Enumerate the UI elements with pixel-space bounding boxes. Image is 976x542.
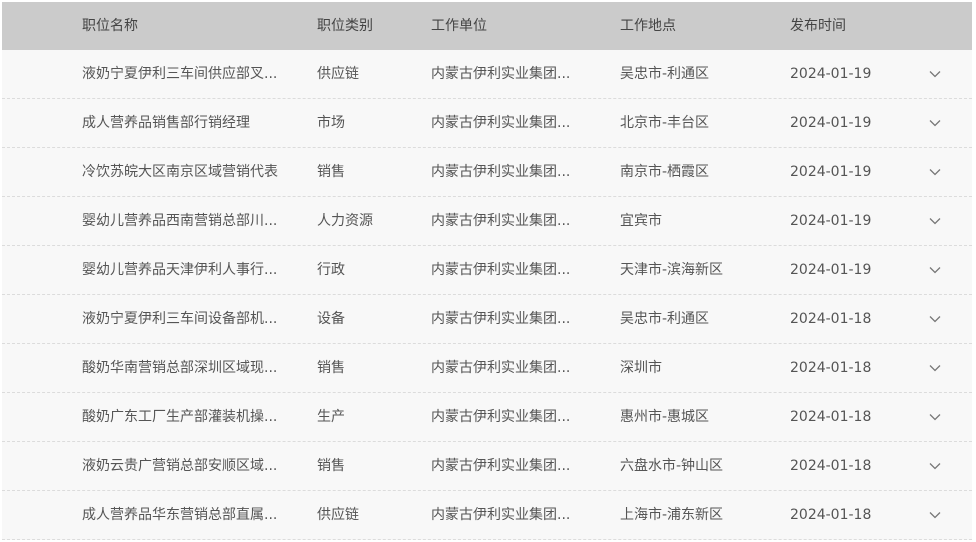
job-location: 深圳市 bbox=[620, 360, 662, 376]
job-location: 北京市-丰台区 bbox=[620, 115, 710, 131]
job-date: 2024-01-18 bbox=[790, 311, 872, 327]
job-unit: 内蒙古伊利实业集团... bbox=[431, 311, 571, 327]
job-unit: 内蒙古伊利实业集团... bbox=[431, 164, 571, 180]
job-location: 六盘水市-钟山区 bbox=[620, 458, 724, 474]
job-category: 供应链 bbox=[317, 507, 359, 523]
table-row[interactable]: 成人营养品销售部行销经理 市场 内蒙古伊利实业集团... 北京市-丰台区 202… bbox=[2, 99, 972, 148]
job-title[interactable]: 液奶宁夏伊利三车间设备部机... bbox=[82, 295, 292, 343]
column-header-location: 工作地点 bbox=[620, 18, 676, 34]
job-unit: 内蒙古伊利实业集团... bbox=[431, 458, 571, 474]
job-date: 2024-01-18 bbox=[790, 458, 872, 474]
job-unit: 内蒙古伊利实业集团... bbox=[431, 66, 571, 82]
table-row[interactable]: 液奶宁夏伊利三车间供应部叉... 供应链 内蒙古伊利实业集团... 吴忠市-利通… bbox=[2, 50, 972, 99]
job-location: 吴忠市-利通区 bbox=[620, 311, 710, 327]
table-body: 液奶宁夏伊利三车间供应部叉... 供应链 内蒙古伊利实业集团... 吴忠市-利通… bbox=[2, 50, 972, 540]
job-category: 生产 bbox=[317, 409, 345, 425]
job-title[interactable]: 液奶宁夏伊利三车间供应部叉... bbox=[82, 50, 292, 98]
job-title[interactable]: 冷饮苏皖大区南京区域营销代表 bbox=[82, 148, 292, 196]
job-title[interactable]: 婴幼儿营养品西南营销总部川... bbox=[82, 197, 292, 245]
table-row[interactable]: 冷饮苏皖大区南京区域营销代表 销售 内蒙古伊利实业集团... 南京市-栖霞区 2… bbox=[2, 148, 972, 197]
job-unit: 内蒙古伊利实业集团... bbox=[431, 213, 571, 229]
job-location: 上海市-浦东新区 bbox=[620, 507, 724, 523]
column-header-category: 职位类别 bbox=[317, 18, 373, 34]
job-location: 天津市-滨海新区 bbox=[620, 262, 724, 278]
job-date: 2024-01-18 bbox=[790, 507, 872, 523]
job-location: 惠州市-惠城区 bbox=[620, 409, 710, 425]
job-listing-table: 职位名称 职位类别 工作单位 工作地点 发布时间 液奶宁夏伊利三车间供应部叉..… bbox=[2, 2, 972, 540]
job-title[interactable]: 成人营养品销售部行销经理 bbox=[82, 99, 292, 147]
column-header-date: 发布时间 bbox=[790, 18, 846, 34]
job-title[interactable]: 婴幼儿营养品天津伊利人事行... bbox=[82, 246, 292, 294]
table-row[interactable]: 液奶云贵广营销总部安顺区域... 销售 内蒙古伊利实业集团... 六盘水市-钟山… bbox=[2, 442, 972, 491]
job-unit: 内蒙古伊利实业集团... bbox=[431, 507, 571, 523]
job-unit: 内蒙古伊利实业集团... bbox=[431, 262, 571, 278]
job-date: 2024-01-19 bbox=[790, 164, 872, 180]
job-date: 2024-01-18 bbox=[790, 409, 872, 425]
chevron-down-icon[interactable] bbox=[928, 263, 942, 277]
job-category: 销售 bbox=[317, 458, 345, 474]
job-category: 供应链 bbox=[317, 66, 359, 82]
chevron-down-icon[interactable] bbox=[928, 459, 942, 473]
job-date: 2024-01-19 bbox=[790, 262, 872, 278]
table-row[interactable]: 酸奶华南营销总部深圳区域现... 销售 内蒙古伊利实业集团... 深圳市 202… bbox=[2, 344, 972, 393]
job-title[interactable]: 液奶云贵广营销总部安顺区域... bbox=[82, 442, 292, 490]
chevron-down-icon[interactable] bbox=[928, 165, 942, 179]
table-header: 职位名称 职位类别 工作单位 工作地点 发布时间 bbox=[2, 2, 972, 50]
job-location: 南京市-栖霞区 bbox=[620, 164, 710, 180]
job-unit: 内蒙古伊利实业集团... bbox=[431, 115, 571, 131]
job-category: 设备 bbox=[317, 311, 345, 327]
job-date: 2024-01-18 bbox=[790, 360, 872, 376]
job-title[interactable]: 酸奶华南营销总部深圳区域现... bbox=[82, 344, 292, 392]
column-header-title: 职位名称 bbox=[82, 18, 138, 34]
table-row[interactable]: 婴幼儿营养品西南营销总部川... 人力资源 内蒙古伊利实业集团... 宜宾市 2… bbox=[2, 197, 972, 246]
job-category: 人力资源 bbox=[317, 213, 373, 229]
job-unit: 内蒙古伊利实业集团... bbox=[431, 409, 571, 425]
chevron-down-icon[interactable] bbox=[928, 361, 942, 375]
chevron-down-icon[interactable] bbox=[928, 312, 942, 326]
job-category: 市场 bbox=[317, 115, 345, 131]
job-date: 2024-01-19 bbox=[790, 213, 872, 229]
table-row[interactable]: 液奶宁夏伊利三车间设备部机... 设备 内蒙古伊利实业集团... 吴忠市-利通区… bbox=[2, 295, 972, 344]
job-category: 行政 bbox=[317, 262, 345, 278]
job-unit: 内蒙古伊利实业集团... bbox=[431, 360, 571, 376]
job-date: 2024-01-19 bbox=[790, 66, 872, 82]
chevron-down-icon[interactable] bbox=[928, 508, 942, 522]
job-title[interactable]: 成人营养品华东营销总部直属... bbox=[82, 491, 292, 539]
job-category: 销售 bbox=[317, 360, 345, 376]
job-location: 吴忠市-利通区 bbox=[620, 66, 710, 82]
table-row[interactable]: 婴幼儿营养品天津伊利人事行... 行政 内蒙古伊利实业集团... 天津市-滨海新… bbox=[2, 246, 972, 295]
job-title[interactable]: 酸奶广东工厂生产部灌装机操... bbox=[82, 393, 292, 441]
job-date: 2024-01-19 bbox=[790, 115, 872, 131]
chevron-down-icon[interactable] bbox=[928, 410, 942, 424]
column-header-unit: 工作单位 bbox=[431, 18, 487, 34]
chevron-down-icon[interactable] bbox=[928, 116, 942, 130]
table-row[interactable]: 成人营养品华东营销总部直属... 供应链 内蒙古伊利实业集团... 上海市-浦东… bbox=[2, 491, 972, 540]
job-location: 宜宾市 bbox=[620, 213, 662, 229]
table-row[interactable]: 酸奶广东工厂生产部灌装机操... 生产 内蒙古伊利实业集团... 惠州市-惠城区… bbox=[2, 393, 972, 442]
chevron-down-icon[interactable] bbox=[928, 214, 942, 228]
job-category: 销售 bbox=[317, 164, 345, 180]
chevron-down-icon[interactable] bbox=[928, 67, 942, 81]
